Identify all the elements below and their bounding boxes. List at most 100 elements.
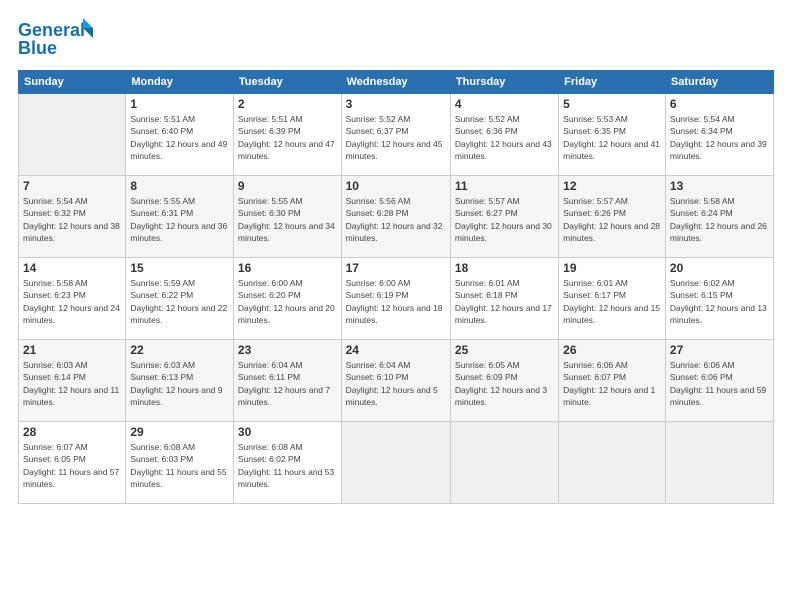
day-info: Sunrise: 5:51 AMSunset: 6:39 PMDaylight:… bbox=[238, 113, 337, 162]
calendar-cell: 11 Sunrise: 5:57 AMSunset: 6:27 PMDayligh… bbox=[450, 176, 558, 258]
svg-text:General: General bbox=[18, 20, 85, 40]
day-info: Sunrise: 6:01 AMSunset: 6:17 PMDaylight:… bbox=[563, 277, 661, 326]
day-info: Sunrise: 5:57 AMSunset: 6:27 PMDaylight:… bbox=[455, 195, 554, 244]
calendar-cell: 14 Sunrise: 5:58 AMSunset: 6:23 PMDayligh… bbox=[19, 258, 126, 340]
header-cell-thursday: Thursday bbox=[450, 71, 558, 94]
logo: GeneralBlue bbox=[18, 18, 98, 60]
day-info: Sunrise: 5:58 AMSunset: 6:24 PMDaylight:… bbox=[670, 195, 769, 244]
calendar-cell: 13Sunrise: 5:58 AMSunset: 6:24 PMDayligh… bbox=[665, 176, 773, 258]
calendar-cell: 27 Sunrise: 6:06 AMSunset: 6:06 PMDayligh… bbox=[665, 340, 773, 422]
calendar-cell bbox=[19, 94, 126, 176]
calendar-cell: 24Sunrise: 6:04 AMSunset: 6:10 PMDayligh… bbox=[341, 340, 450, 422]
day-info: Sunrise: 6:06 AMSunset: 6:07 PMDaylight:… bbox=[563, 359, 661, 408]
calendar-cell: 5 Sunrise: 5:53 AMSunset: 6:35 PMDaylight… bbox=[559, 94, 666, 176]
day-info: Sunrise: 6:04 AMSunset: 6:11 PMDaylight:… bbox=[238, 359, 337, 408]
day-number: 12 bbox=[563, 179, 661, 193]
day-number: 20 bbox=[670, 261, 769, 275]
header-cell-sunday: Sunday bbox=[19, 71, 126, 94]
day-number: 18 bbox=[455, 261, 554, 275]
day-number: 3 bbox=[346, 97, 446, 111]
day-number: 22 bbox=[130, 343, 229, 357]
calendar-table: SundayMondayTuesdayWednesdayThursdayFrid… bbox=[18, 70, 774, 504]
calendar-cell: 29Sunrise: 6:08 AMSunset: 6:03 PMDayligh… bbox=[126, 422, 234, 504]
day-info: Sunrise: 5:54 AMSunset: 6:32 PMDaylight:… bbox=[23, 195, 121, 244]
day-number: 26 bbox=[563, 343, 661, 357]
calendar-cell: 9Sunrise: 5:55 AMSunset: 6:30 PMDaylight… bbox=[233, 176, 341, 258]
svg-text:Blue: Blue bbox=[18, 38, 57, 58]
day-number: 24 bbox=[346, 343, 446, 357]
day-info: Sunrise: 6:05 AMSunset: 6:09 PMDaylight:… bbox=[455, 359, 554, 408]
day-number: 30 bbox=[238, 425, 337, 439]
day-info: Sunrise: 5:55 AMSunset: 6:31 PMDaylight:… bbox=[130, 195, 229, 244]
day-number: 6 bbox=[670, 97, 769, 111]
header-cell-saturday: Saturday bbox=[665, 71, 773, 94]
calendar-cell: 17 Sunrise: 6:00 AMSunset: 6:19 PMDayligh… bbox=[341, 258, 450, 340]
calendar-cell: 25 Sunrise: 6:05 AMSunset: 6:09 PMDayligh… bbox=[450, 340, 558, 422]
day-number: 4 bbox=[455, 97, 554, 111]
calendar-cell: 4 Sunrise: 5:52 AMSunset: 6:36 PMDaylight… bbox=[450, 94, 558, 176]
day-info: Sunrise: 6:07 AMSunset: 6:05 PMDaylight:… bbox=[23, 441, 121, 490]
week-row-2: 14 Sunrise: 5:58 AMSunset: 6:23 PMDayligh… bbox=[19, 258, 774, 340]
calendar-cell: 15Sunrise: 5:59 AMSunset: 6:22 PMDayligh… bbox=[126, 258, 234, 340]
week-row-0: 1Sunrise: 5:51 AMSunset: 6:40 PMDaylight… bbox=[19, 94, 774, 176]
calendar-cell: 8 Sunrise: 5:55 AMSunset: 6:31 PMDaylight… bbox=[126, 176, 234, 258]
day-number: 23 bbox=[238, 343, 337, 357]
calendar-cell: 16 Sunrise: 6:00 AMSunset: 6:20 PMDayligh… bbox=[233, 258, 341, 340]
day-info: Sunrise: 6:06 AMSunset: 6:06 PMDaylight:… bbox=[670, 359, 769, 408]
calendar-cell: 23 Sunrise: 6:04 AMSunset: 6:11 PMDayligh… bbox=[233, 340, 341, 422]
day-number: 17 bbox=[346, 261, 446, 275]
calendar-cell bbox=[341, 422, 450, 504]
day-info: Sunrise: 6:01 AMSunset: 6:18 PMDaylight:… bbox=[455, 277, 554, 326]
day-number: 28 bbox=[23, 425, 121, 439]
day-info: Sunrise: 5:52 AMSunset: 6:36 PMDaylight:… bbox=[455, 113, 554, 162]
day-number: 27 bbox=[670, 343, 769, 357]
day-info: Sunrise: 6:02 AMSunset: 6:15 PMDaylight:… bbox=[670, 277, 769, 326]
header-row: SundayMondayTuesdayWednesdayThursdayFrid… bbox=[19, 71, 774, 94]
calendar-cell: 12 Sunrise: 5:57 AMSunset: 6:26 PMDayligh… bbox=[559, 176, 666, 258]
calendar-cell: 20 Sunrise: 6:02 AMSunset: 6:15 PMDayligh… bbox=[665, 258, 773, 340]
day-number: 11 bbox=[455, 179, 554, 193]
calendar-cell bbox=[665, 422, 773, 504]
calendar-cell: 3 Sunrise: 5:52 AMSunset: 6:37 PMDaylight… bbox=[341, 94, 450, 176]
calendar-cell: 7 Sunrise: 5:54 AMSunset: 6:32 PMDaylight… bbox=[19, 176, 126, 258]
day-number: 1 bbox=[130, 97, 229, 111]
day-number: 19 bbox=[563, 261, 661, 275]
day-number: 16 bbox=[238, 261, 337, 275]
week-row-1: 7 Sunrise: 5:54 AMSunset: 6:32 PMDaylight… bbox=[19, 176, 774, 258]
day-number: 25 bbox=[455, 343, 554, 357]
day-number: 10 bbox=[346, 179, 446, 193]
day-number: 14 bbox=[23, 261, 121, 275]
calendar-cell bbox=[559, 422, 666, 504]
calendar-cell: 28 Sunrise: 6:07 AMSunset: 6:05 PMDayligh… bbox=[19, 422, 126, 504]
week-row-4: 28 Sunrise: 6:07 AMSunset: 6:05 PMDayligh… bbox=[19, 422, 774, 504]
calendar-cell: 2 Sunrise: 5:51 AMSunset: 6:39 PMDaylight… bbox=[233, 94, 341, 176]
day-info: Sunrise: 5:52 AMSunset: 6:37 PMDaylight:… bbox=[346, 113, 446, 162]
day-info: Sunrise: 5:54 AMSunset: 6:34 PMDaylight:… bbox=[670, 113, 769, 162]
day-number: 15 bbox=[130, 261, 229, 275]
day-number: 21 bbox=[23, 343, 121, 357]
day-number: 5 bbox=[563, 97, 661, 111]
day-number: 9 bbox=[238, 179, 337, 193]
day-info: Sunrise: 6:00 AMSunset: 6:20 PMDaylight:… bbox=[238, 277, 337, 326]
header-cell-friday: Friday bbox=[559, 71, 666, 94]
calendar-cell: 10 Sunrise: 5:56 AMSunset: 6:28 PMDayligh… bbox=[341, 176, 450, 258]
calendar-cell: 18 Sunrise: 6:01 AMSunset: 6:18 PMDayligh… bbox=[450, 258, 558, 340]
day-number: 7 bbox=[23, 179, 121, 193]
day-number: 8 bbox=[130, 179, 229, 193]
day-info: Sunrise: 5:56 AMSunset: 6:28 PMDaylight:… bbox=[346, 195, 446, 244]
day-info: Sunrise: 5:58 AMSunset: 6:23 PMDaylight:… bbox=[23, 277, 121, 326]
calendar-cell bbox=[450, 422, 558, 504]
day-number: 2 bbox=[238, 97, 337, 111]
header: GeneralBlue bbox=[18, 18, 774, 60]
day-info: Sunrise: 6:08 AMSunset: 6:02 PMDaylight:… bbox=[238, 441, 337, 490]
day-info: Sunrise: 5:57 AMSunset: 6:26 PMDaylight:… bbox=[563, 195, 661, 244]
calendar-cell: 21 Sunrise: 6:03 AMSunset: 6:14 PMDayligh… bbox=[19, 340, 126, 422]
day-info: Sunrise: 6:00 AMSunset: 6:19 PMDaylight:… bbox=[346, 277, 446, 326]
day-info: Sunrise: 6:03 AMSunset: 6:14 PMDaylight:… bbox=[23, 359, 121, 408]
calendar-cell: 1Sunrise: 5:51 AMSunset: 6:40 PMDaylight… bbox=[126, 94, 234, 176]
day-info: Sunrise: 6:03 AMSunset: 6:13 PMDaylight:… bbox=[130, 359, 229, 408]
header-cell-wednesday: Wednesday bbox=[341, 71, 450, 94]
header-cell-tuesday: Tuesday bbox=[233, 71, 341, 94]
calendar-cell: 6 Sunrise: 5:54 AMSunset: 6:34 PMDaylight… bbox=[665, 94, 773, 176]
day-info: Sunrise: 5:53 AMSunset: 6:35 PMDaylight:… bbox=[563, 113, 661, 162]
